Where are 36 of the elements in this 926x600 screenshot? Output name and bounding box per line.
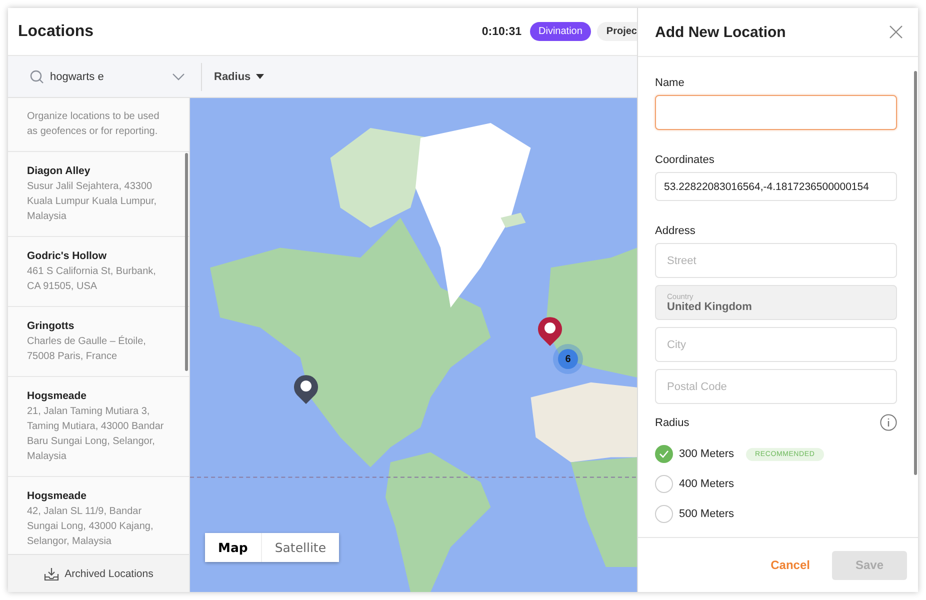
info-icon[interactable] <box>880 414 897 431</box>
radius-dropdown[interactable]: Radius <box>210 68 268 86</box>
coordinates-input[interactable]: 53.22822083016564,-4.1817236500000154 <box>655 172 897 201</box>
tag-chip[interactable]: Projec <box>597 22 637 41</box>
search-field[interactable]: hogwarts e <box>30 62 202 90</box>
radio-button[interactable] <box>655 505 673 523</box>
panel-title: Add New Location <box>655 24 786 40</box>
field-label: Coordinates <box>655 154 716 166</box>
map-pin-icon[interactable] <box>537 316 563 346</box>
archived-locations-button[interactable]: Archived Locations <box>8 554 189 592</box>
search-icon <box>30 70 44 84</box>
page-title: Locations <box>18 22 94 40</box>
name-input[interactable] <box>655 95 897 130</box>
location-item[interactable]: Hogsmeade 21, Jalan Taming Mutiara 3, Taming Mutiara, 43000 Bandar Baru Sungai Long, Selangor, Malaysia <box>8 377 189 477</box>
map-type-tab[interactable]: Map <box>205 533 261 562</box>
timer: 0:10:31 <box>482 26 522 38</box>
check-icon <box>659 450 669 458</box>
radio-button[interactable] <box>655 475 673 493</box>
field-label: Address <box>655 225 696 237</box>
radio-label: 300 Meters <box>679 448 734 460</box>
field-label: Name <box>655 77 686 89</box>
radio-label: 500 Meters <box>679 508 734 520</box>
map-type-tab[interactable]: Satellite <box>260 533 340 562</box>
caret-icon <box>256 74 264 79</box>
radio-button[interactable] <box>655 445 673 463</box>
field-label: Radius <box>655 416 690 428</box>
map-pin-icon[interactable] <box>293 374 319 404</box>
tag-chip[interactable]: Divination <box>530 22 592 41</box>
address-input[interactable]: Street <box>655 243 897 278</box>
address-input[interactable]: Postal Code <box>655 369 897 404</box>
address-input[interactable]: City <box>655 327 897 362</box>
inbox-icon <box>44 566 59 580</box>
chevron-down-icon <box>172 72 185 80</box>
description-text: Organize locations to be used as geofences or for reporting. <box>8 98 189 152</box>
close-icon[interactable] <box>889 25 903 39</box>
radio-label: 400 Meters <box>679 478 734 490</box>
